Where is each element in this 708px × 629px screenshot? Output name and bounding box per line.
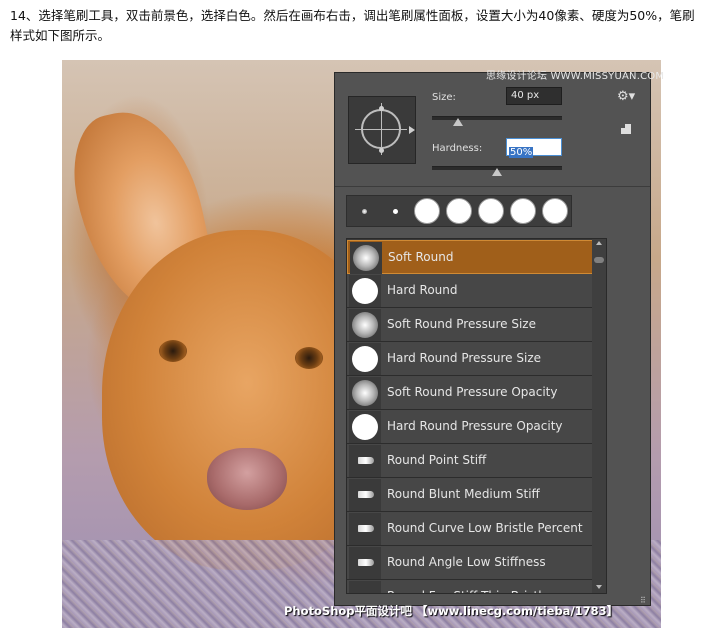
- preset-hard-large[interactable]: [446, 198, 472, 224]
- scroll-up-icon[interactable]: [596, 241, 602, 245]
- soft-brush-icon: [353, 245, 379, 271]
- angle-arrow-icon[interactable]: [409, 126, 415, 134]
- watermark-top: 思缘设计论坛 WWW.MISSYUAN.COM: [486, 71, 665, 82]
- hardness-label: Hardness:: [432, 143, 483, 154]
- panel-divider: [335, 186, 650, 187]
- brush-preset-row[interactable]: Round Fan Stiff Thin Bristles: [347, 580, 593, 594]
- brush-preset-row[interactable]: Round Point Stiff: [347, 444, 593, 478]
- brush-thumbnail: [349, 411, 381, 443]
- brush-preset-row[interactable]: Soft Round Pressure Size: [347, 308, 593, 342]
- gear-icon[interactable]: ⚙▾: [617, 89, 635, 104]
- resize-grip-icon[interactable]: ⠿: [640, 596, 646, 605]
- brush-preset-label: Round Curve Low Bristle Percent: [387, 521, 583, 535]
- size-label: Size:: [432, 92, 456, 103]
- instruction-text: 14、选择笔刷工具，双击前景色，选择白色。然后在画布右击，调出笔刷属性面板，设置…: [10, 8, 695, 43]
- brush-preset-row[interactable]: Soft Round Pressure Opacity: [347, 376, 593, 410]
- size-slider-thumb[interactable]: [453, 118, 463, 126]
- brush-preset-label: Hard Round Pressure Size: [387, 351, 542, 365]
- hardness-slider-thumb[interactable]: [492, 168, 502, 176]
- brush-thumbnail: [349, 547, 381, 579]
- brush-preset-row[interactable]: Hard Round Pressure Opacity: [347, 410, 593, 444]
- bristle-brush-icon: [358, 559, 374, 566]
- dog-nose: [207, 448, 287, 510]
- size-input[interactable]: 40 px: [506, 87, 562, 105]
- brush-preset-row[interactable]: Soft Round: [347, 240, 593, 274]
- brush-thumbnail: [350, 242, 382, 274]
- watermark-bottom: PhotoShop平面设计吧 【www.linecg.com/tieba/178…: [284, 604, 619, 618]
- hard-brush-icon: [352, 278, 378, 304]
- brush-preset-label: Round Angle Low Stiffness: [387, 555, 546, 569]
- brush-thumbnail: [349, 581, 381, 594]
- brush-preset-label: Hard Round Pressure Opacity: [387, 419, 563, 433]
- brush-preset-label: Soft Round: [388, 250, 454, 264]
- preset-hard-small[interactable]: [393, 209, 398, 214]
- bristle-brush-icon: [358, 457, 374, 464]
- scroll-down-icon[interactable]: [596, 585, 602, 589]
- dog-left-eye: [159, 340, 187, 362]
- brush-angle-circle: [361, 109, 401, 149]
- brush-preset-label: Round Fan Stiff Thin Bristles: [387, 589, 555, 593]
- preset-hard-large[interactable]: [510, 198, 536, 224]
- brush-preset-row[interactable]: Round Angle Low Stiffness: [347, 546, 593, 580]
- bristle-brush-icon: [358, 525, 374, 532]
- brush-thumbnail: [349, 479, 381, 511]
- brush-thumbnail: [349, 275, 381, 307]
- soft-brush-icon: [352, 312, 378, 338]
- bristle-brush-icon: [358, 491, 374, 498]
- angle-handle-dot[interactable]: [379, 106, 384, 111]
- preset-hard-large[interactable]: [478, 198, 504, 224]
- brush-preset-row[interactable]: Hard Round: [347, 274, 593, 308]
- brush-thumbnail: [349, 377, 381, 409]
- brush-preset-label: Soft Round Pressure Opacity: [387, 385, 558, 399]
- soft-brush-icon: [352, 380, 378, 406]
- brush-preset-label: Round Point Stiff: [387, 453, 487, 467]
- brush-preset-row[interactable]: Hard Round Pressure Size: [347, 342, 593, 376]
- brush-list-scrollbar[interactable]: [592, 239, 606, 593]
- preset-hard-large[interactable]: [414, 198, 440, 224]
- dog-right-eye: [295, 347, 323, 369]
- brush-preset-row[interactable]: Round Curve Low Bristle Percent: [347, 512, 593, 546]
- preset-soft-small[interactable]: [362, 209, 367, 214]
- brush-tip-preview[interactable]: [348, 96, 416, 164]
- bristle-brush-icon: [358, 593, 374, 594]
- brush-preset-row[interactable]: Round Blunt Medium Stiff: [347, 478, 593, 512]
- new-preset-icon[interactable]: [621, 124, 631, 134]
- angle-handle-dot[interactable]: [379, 148, 384, 153]
- brush-preset-label: Hard Round: [387, 283, 458, 297]
- hardness-input[interactable]: 50%: [506, 138, 562, 158]
- size-slider-track[interactable]: [432, 116, 562, 120]
- brush-thumbnail: [349, 445, 381, 477]
- hard-brush-icon: [352, 414, 378, 440]
- scroll-thumb[interactable]: [594, 257, 604, 263]
- recent-brushes-strip: [346, 195, 572, 227]
- brush-thumbnail: [349, 309, 381, 341]
- brush-thumbnail: [349, 513, 381, 545]
- hard-brush-icon: [352, 346, 378, 372]
- brush-preset-list: Soft Round Hard Round Soft Round Pressure …: [346, 238, 607, 594]
- brush-preset-label: Round Blunt Medium Stiff: [387, 487, 540, 501]
- brush-preset-label: Soft Round Pressure Size: [387, 317, 536, 331]
- preset-hard-large[interactable]: [542, 198, 568, 224]
- hardness-value: 50%: [509, 147, 534, 158]
- brush-thumbnail: [349, 343, 381, 375]
